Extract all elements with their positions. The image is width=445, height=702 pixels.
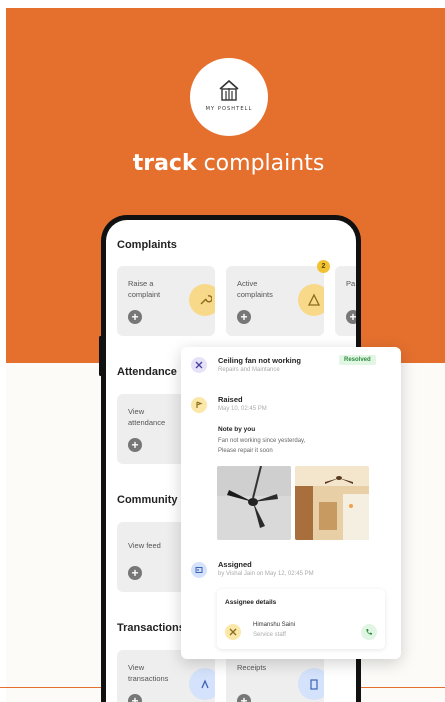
flag-icon (191, 397, 207, 413)
assignee-role: Service staff (253, 632, 286, 638)
plus-icon: + (128, 566, 142, 580)
plus-icon: + (237, 310, 251, 324)
plus-icon: + (128, 694, 142, 702)
status-badge: Resolved (339, 355, 376, 365)
assignee-details-card: Assignee details Himanshu Saini Service … (217, 589, 385, 649)
assignee-heading: Assignee details (225, 599, 277, 606)
card-label: Pa co (346, 279, 356, 288)
wrench-icon (189, 284, 215, 316)
photo-room-fan[interactable] (295, 466, 369, 540)
id-card-icon (191, 562, 207, 578)
assigned-title: Assigned (218, 560, 252, 569)
card-label: Active complaints (237, 279, 273, 299)
section-title-transactions: Transactions (117, 622, 185, 634)
tagline-rest: complaints (196, 151, 325, 176)
card-label: Receipts (237, 663, 267, 672)
raised-time: May 10, 02:45 PM (218, 406, 267, 412)
section-title-complaints: Complaints (117, 239, 177, 251)
plus-icon: + (237, 694, 251, 702)
plus-icon: + (346, 310, 356, 324)
receipt-icon (298, 668, 324, 700)
tagline: track complaints (0, 151, 445, 176)
card-active-complaints[interactable]: Active complaints + (226, 266, 324, 336)
card-label: View transactions (128, 663, 169, 683)
note-heading: Note by you (218, 426, 256, 433)
wrench-icon (191, 357, 207, 373)
assignee-name: Himanshu Saini (253, 622, 296, 628)
tagline-bold: track (132, 151, 197, 176)
complaint-detail-card: Ceiling fan not working Repairs and Main… (181, 347, 401, 659)
raised-title: Raised (218, 395, 243, 404)
note-line-1: Fan not working since yesterday, (218, 438, 306, 444)
card-raise-complaint[interactable]: Raise a complaint + (117, 266, 215, 336)
phone-icon[interactable] (361, 624, 377, 640)
brand-name: MY POSHTELL (205, 106, 253, 112)
warning-icon (298, 284, 324, 316)
card-label: View attendance (128, 407, 166, 427)
active-count-badge: 2 (317, 260, 330, 273)
section-title-community: Community (117, 494, 178, 506)
card-partial[interactable]: Pa co + (335, 266, 356, 336)
section-title-attendance: Attendance (117, 366, 177, 378)
wrench-icon (225, 624, 241, 640)
building-icon (219, 79, 239, 101)
note-line-2: Please repair it soon (218, 448, 273, 454)
brand-logo: MY POSHTELL (190, 58, 268, 136)
plus-icon: + (128, 310, 142, 324)
photo-ceiling-fan[interactable] (217, 466, 291, 540)
card-label: Raise a complaint (128, 279, 161, 299)
plus-icon: + (128, 438, 142, 452)
complaint-category: Repairs and Maintance (218, 367, 280, 373)
assigned-meta: by Vishal Jain on May 12, 02:45 PM (218, 571, 314, 577)
card-label: View feed (128, 541, 161, 550)
wallet-icon (189, 668, 215, 700)
complaint-title: Ceiling fan not working (218, 356, 301, 365)
